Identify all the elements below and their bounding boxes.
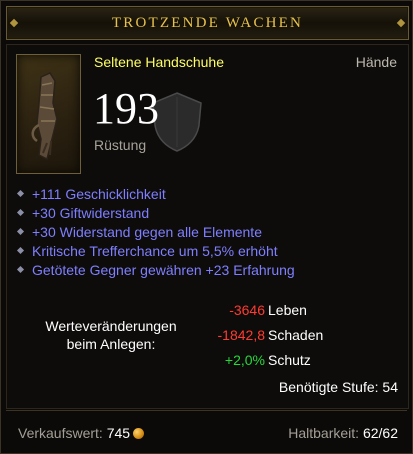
affix-text: +30 Widerstand gegen alle Elemente <box>32 224 262 240</box>
durability-value: 62/62 <box>362 425 398 441</box>
footer-divider <box>6 410 407 411</box>
affix-list: +111 Geschicklichkeit +30 Giftwiderstand… <box>16 185 295 280</box>
armor-value: 193 <box>93 84 159 133</box>
armor-label: Rüstung <box>94 137 147 153</box>
affix-item: +30 Widerstand gegen alle Elemente <box>16 223 295 242</box>
item-title-bar: TROTZENDE WACHEN <box>6 6 409 40</box>
affix-text: Getötete Gegner gewähren +23 Erfahrung <box>32 262 295 278</box>
affix-item: +111 Geschicklichkeit <box>16 185 295 204</box>
item-slot: Hände <box>355 54 397 70</box>
stat-change-value: -3646 <box>229 302 265 318</box>
sell-value-amount: 745 <box>106 425 131 441</box>
diamond-bullet-icon <box>16 227 25 236</box>
item-name: TROTZENDE WACHEN <box>111 15 304 31</box>
stat-change-name: Leben <box>268 302 307 318</box>
diamond-bullet-icon <box>16 265 25 274</box>
stat-change-life: -3646 Leben <box>191 299 307 321</box>
stat-change-toughness: +2,0% Schutz <box>191 349 311 371</box>
sell-value-label: Verkaufswert: <box>18 425 103 441</box>
stat-change-name: Schutz <box>268 352 311 368</box>
stat-change-label: Werteveränderungen beim Anlegen: <box>21 317 201 353</box>
durability-label: Haltbarkeit: <box>288 425 360 441</box>
affix-text: +30 Giftwiderstand <box>32 205 150 221</box>
stat-change-name: Schaden <box>268 327 324 343</box>
diamond-bullet-icon <box>16 189 25 198</box>
stat-change-damage: -1842,8 Schaden <box>191 324 324 346</box>
required-level: Benötigte Stufe: 54 <box>278 379 398 395</box>
affix-item: +30 Giftwiderstand <box>16 204 295 223</box>
diamond-bullet-icon <box>16 208 25 217</box>
diamond-bullet-icon <box>16 246 25 255</box>
affix-item: Getötete Gegner gewähren +23 Erfahrung <box>16 261 295 280</box>
stat-change-label-line1: Werteveränderungen <box>45 318 177 334</box>
affix-text: Kritische Trefferchance um 5,5% erhöht <box>32 243 278 259</box>
affix-item: Kritische Trefferchance um 5,5% erhöht <box>16 242 295 261</box>
sell-value: Verkaufswert: 745 <box>18 425 145 441</box>
item-tooltip: TROTZENDE WACHEN Seltene Handschuhe Händ… <box>0 0 413 454</box>
gold-coin-icon <box>133 428 145 439</box>
affix-text: +111 Geschicklichkeit <box>32 186 166 202</box>
glove-icon <box>31 72 58 161</box>
durability: Haltbarkeit: 62/62 <box>288 425 398 441</box>
item-type: Seltene Handschuhe <box>94 54 224 70</box>
stat-change-label-line2: beim Anlegen: <box>66 336 156 352</box>
stat-change-value: +2,0% <box>224 352 265 368</box>
stat-change-value: -1842,8 <box>217 327 265 343</box>
item-icon-frame <box>16 54 81 174</box>
